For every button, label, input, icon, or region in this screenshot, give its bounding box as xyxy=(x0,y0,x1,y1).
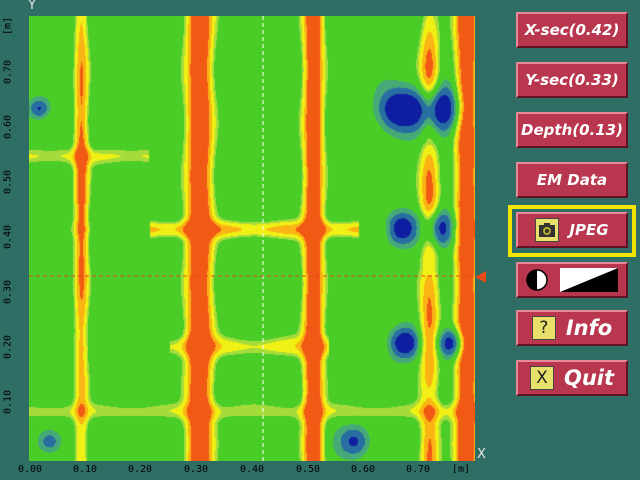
jpeg-label: JPEG xyxy=(569,221,609,239)
y-tick-label: 0.30 xyxy=(2,279,14,305)
depth-label: Depth(0.13) xyxy=(521,121,623,139)
y-tick-label: 0.40 xyxy=(2,224,14,250)
y-section-label: Y-sec(0.33) xyxy=(525,71,619,89)
crosshair-y-marker[interactable] xyxy=(475,271,486,283)
info-button[interactable]: ? Info xyxy=(516,310,628,346)
y-unit-label: [m] xyxy=(2,16,14,36)
camera-icon xyxy=(535,218,560,242)
x-unit-label: [m] xyxy=(451,464,471,475)
info-label: Info xyxy=(565,316,613,340)
x-section-label: X-sec(0.42) xyxy=(524,21,620,39)
x-tick-label: 0.50 xyxy=(295,464,321,475)
y-section-button[interactable]: Y-sec(0.33) xyxy=(516,62,628,98)
quit-label: Quit xyxy=(563,366,615,390)
y-tick-label: 0.70 xyxy=(2,59,14,85)
x-tick-label: 0.30 xyxy=(183,464,209,475)
y-tick-label: 0.50 xyxy=(2,169,14,195)
color-scheme-button[interactable] xyxy=(516,262,628,298)
x-tick-label: 0.10 xyxy=(72,464,98,475)
close-icon: X xyxy=(529,366,554,390)
em-data-button[interactable]: EM Data xyxy=(516,162,628,198)
x-tick-label: 0.70 xyxy=(405,464,431,475)
jpeg-button[interactable]: JPEG xyxy=(516,212,628,248)
em-data-label: EM Data xyxy=(536,171,608,189)
y-tick-label: 0.20 xyxy=(2,334,14,360)
y-tick-label: 0.60 xyxy=(2,114,14,140)
palette-ramp-icon xyxy=(560,268,618,292)
question-icon: ? xyxy=(531,316,556,340)
x-tick-label: 0.20 xyxy=(127,464,153,475)
contrast-icon xyxy=(526,269,548,291)
x-section-button[interactable]: X-sec(0.42) xyxy=(516,12,628,48)
x-tick-label: 0.40 xyxy=(239,464,265,475)
x-tick-label: 0.60 xyxy=(350,464,376,475)
y-tick-label: 0.10 xyxy=(2,389,14,415)
x-axis-letter: X xyxy=(477,447,486,462)
depth-button[interactable]: Depth(0.13) xyxy=(516,112,628,148)
quit-button[interactable]: X Quit xyxy=(516,360,628,396)
x-tick-label: 0.00 xyxy=(17,464,43,475)
crosshair-overlay xyxy=(29,16,475,461)
y-axis-letter: Y xyxy=(28,0,36,13)
radar-map-plot[interactable] xyxy=(29,16,475,461)
